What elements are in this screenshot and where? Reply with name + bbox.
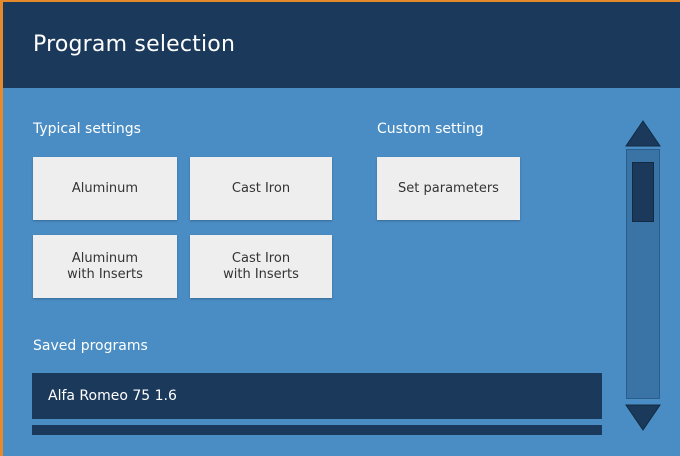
- saved-program-item-partial[interactable]: [32, 425, 602, 435]
- title-bar: Program selection: [3, 2, 680, 88]
- triangle-down-icon: [625, 404, 661, 431]
- custom-setting-label: Custom setting: [377, 121, 484, 137]
- scrollbar-thumb[interactable]: [632, 162, 654, 222]
- scroll-down-button[interactable]: [624, 404, 662, 432]
- set-parameters-button[interactable]: Set parameters: [377, 157, 520, 220]
- triangle-up-icon: [625, 120, 661, 147]
- aluminum-button[interactable]: Aluminum: [33, 157, 177, 220]
- aluminum-with-inserts-button[interactable]: Aluminum with Inserts: [33, 235, 177, 298]
- cast-iron-with-inserts-button[interactable]: Cast Iron with Inserts: [190, 235, 332, 298]
- saved-programs-label: Saved programs: [33, 338, 148, 354]
- scroll-up-button[interactable]: [624, 119, 662, 147]
- typical-settings-label: Typical settings: [33, 121, 141, 137]
- page-title: Program selection: [33, 32, 236, 57]
- saved-program-name: Alfa Romeo 75 1.6: [48, 388, 177, 404]
- cast-iron-button[interactable]: Cast Iron: [190, 157, 332, 220]
- saved-program-item[interactable]: Alfa Romeo 75 1.6: [32, 373, 602, 419]
- program-selection-window: Program selection Typical settings Custo…: [0, 0, 680, 456]
